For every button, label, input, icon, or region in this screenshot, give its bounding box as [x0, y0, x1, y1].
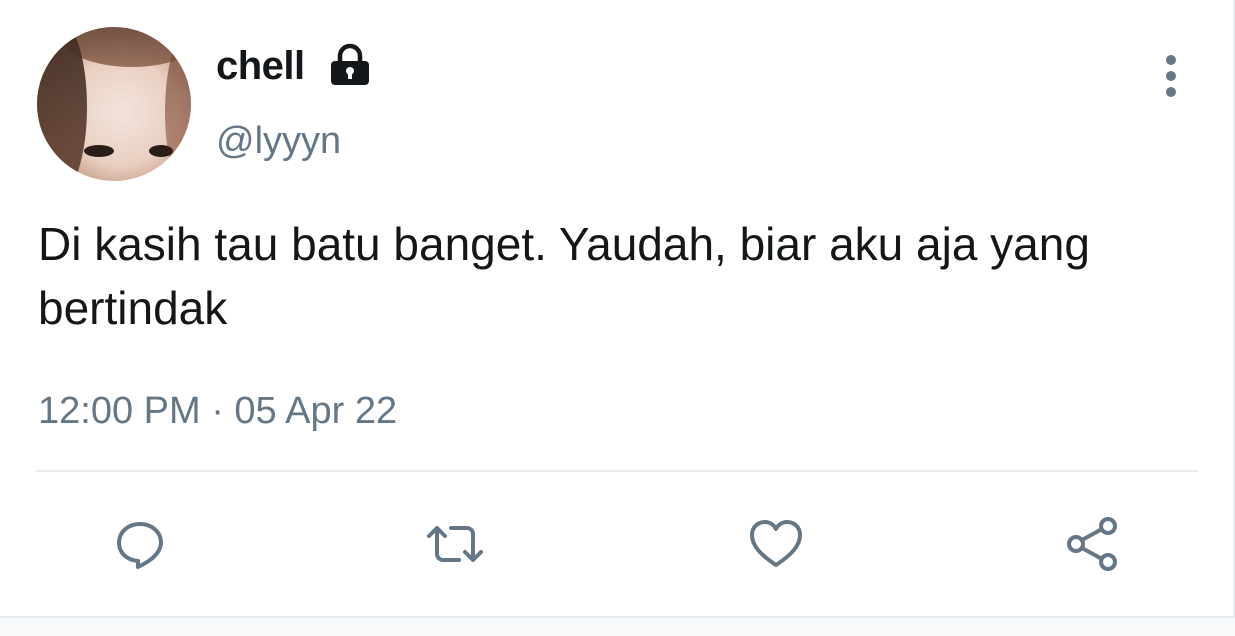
- retweet-button[interactable]: [425, 514, 485, 574]
- speech-bubble-icon: [117, 522, 163, 569]
- bottom-border: [0, 616, 1235, 636]
- like-button[interactable]: [746, 514, 806, 574]
- share-nodes-icon: [1067, 517, 1117, 571]
- more-options-icon[interactable]: [1156, 52, 1186, 100]
- divider: [36, 470, 1198, 472]
- timestamp[interactable]: 12:00 PM · 05 Apr 22: [38, 390, 397, 433]
- heart-icon: [750, 520, 802, 567]
- avatar-eye-left: [84, 145, 114, 157]
- avatar-eye-right: [149, 145, 173, 157]
- retweet-arrows-icon: [427, 526, 483, 562]
- avatar-hair-left: [37, 27, 87, 181]
- tweet-text: Di kasih tau batu banget. Yaudah, biar a…: [38, 218, 1090, 334]
- handle[interactable]: @lyyyn: [216, 120, 341, 163]
- display-name[interactable]: chell: [216, 44, 305, 89]
- lock-icon: [331, 43, 369, 85]
- avatar[interactable]: [37, 27, 191, 181]
- share-button[interactable]: [1062, 514, 1122, 574]
- reply-button[interactable]: [110, 514, 170, 574]
